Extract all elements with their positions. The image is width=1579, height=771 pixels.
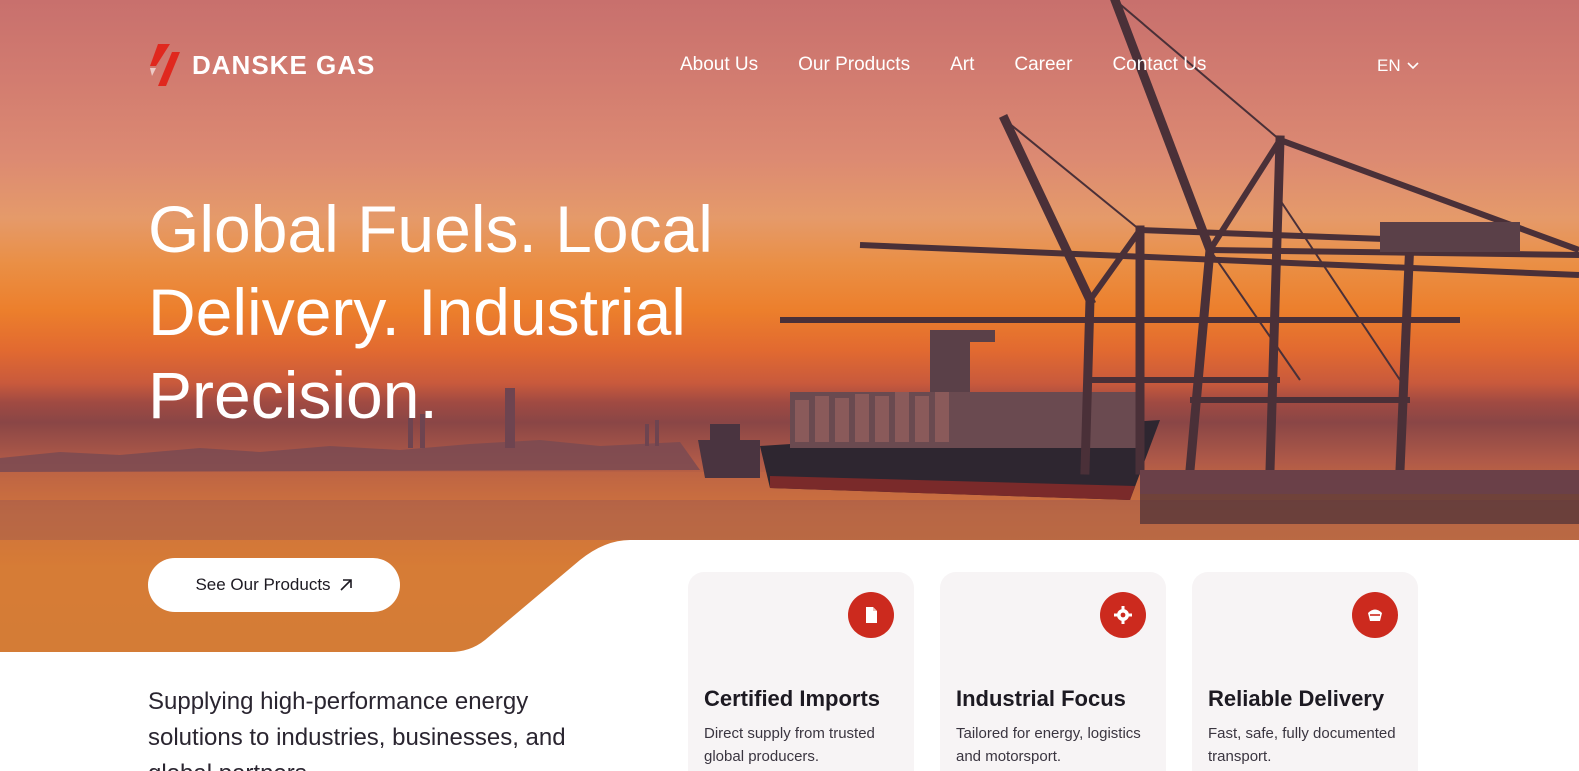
feature-card-industrial-focus: Industrial Focus Tailored for energy, lo…	[940, 572, 1166, 771]
feature-title: Reliable Delivery	[1208, 686, 1385, 711]
feature-card-certified-imports: Certified Imports Direct supply from tru…	[688, 572, 914, 771]
feature-description: Tailored for energy, logistics and motor…	[956, 725, 1141, 765]
see-products-button[interactable]: See Our Products	[148, 558, 400, 612]
feature-description: Fast, safe, fully documented transport.	[1208, 725, 1396, 765]
hero-tagline: Supplying high-performance energy soluti…	[148, 688, 566, 771]
feature-card-reliable-delivery: Reliable Delivery Fast, safe, fully docu…	[1192, 572, 1418, 771]
delivery-icon	[1352, 592, 1398, 638]
gear-icon	[1100, 592, 1146, 638]
feature-title: Certified Imports	[704, 686, 881, 711]
cta-label: See Our Products	[195, 575, 331, 594]
feature-description: Direct supply from trusted global produc…	[704, 725, 875, 765]
hero-section: DANSKE GAS About Us Our Products Art Car…	[0, 0, 1579, 771]
document-icon	[848, 592, 894, 638]
arrow-up-right-icon	[339, 579, 352, 591]
feature-title: Industrial Focus	[956, 686, 1126, 711]
